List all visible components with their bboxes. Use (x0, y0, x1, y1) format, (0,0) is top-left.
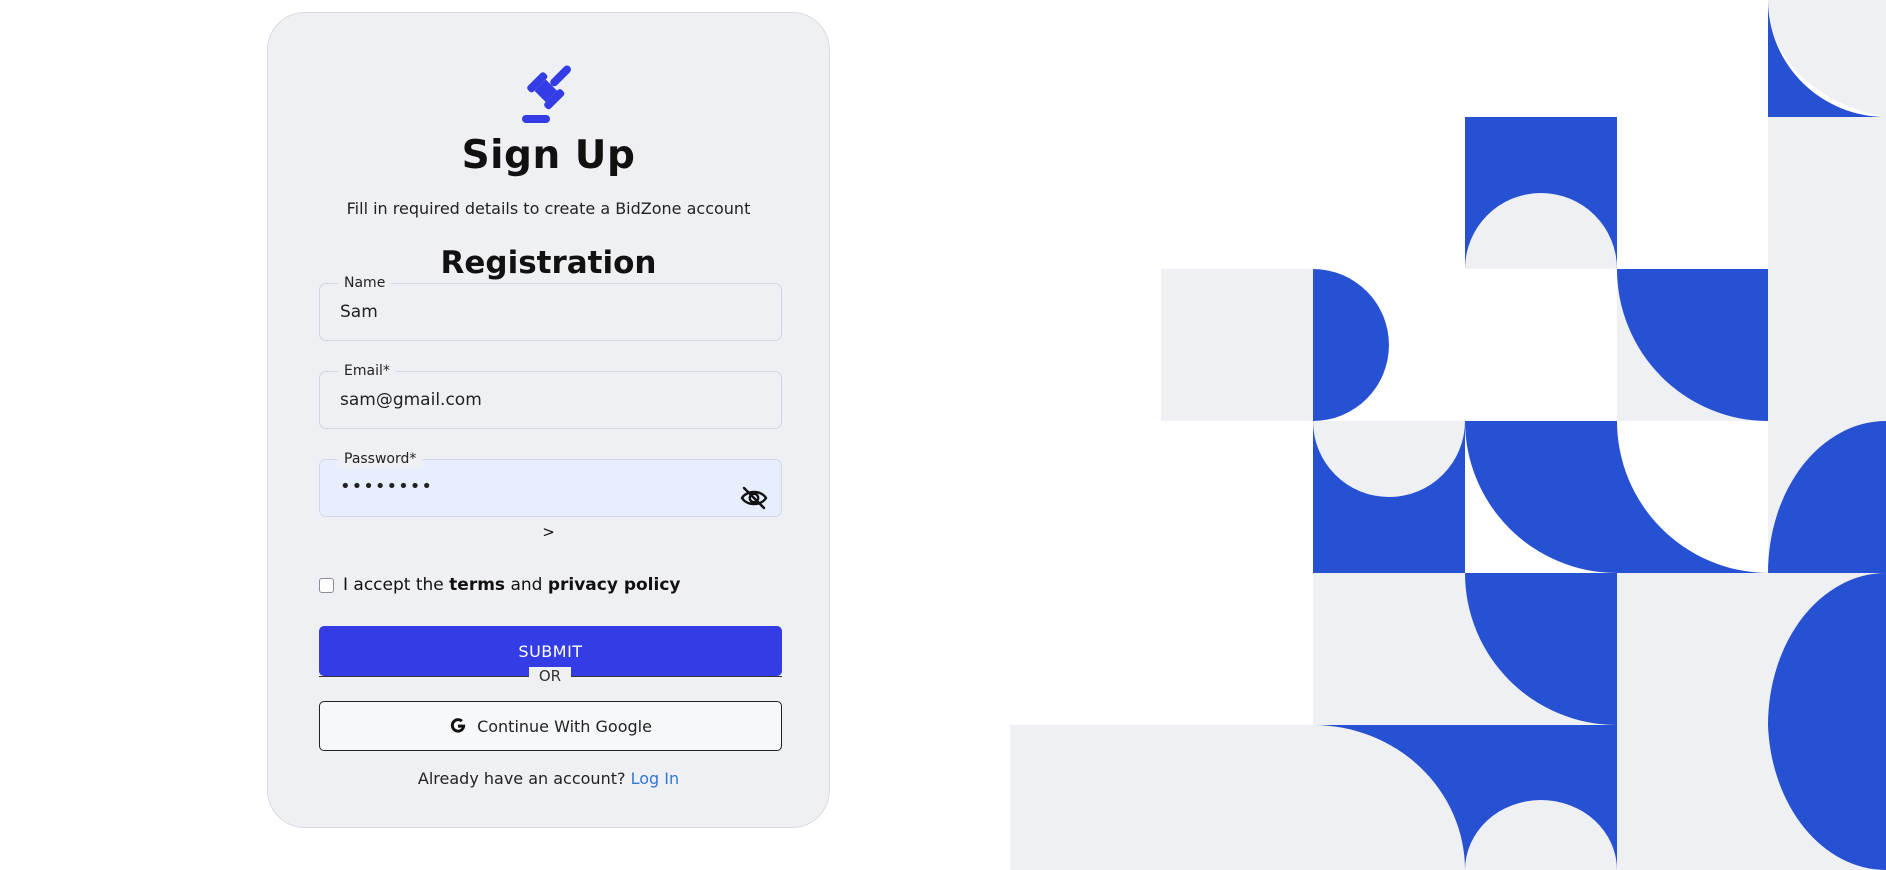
login-link[interactable]: Log In (631, 769, 680, 788)
name-input[interactable]: Sam (340, 301, 378, 323)
name-label: Name (338, 274, 392, 292)
password-field[interactable]: Password* •••••••• (319, 450, 782, 517)
login-prompt: Already have an account? (417, 769, 626, 788)
page-title: Sign Up (461, 133, 636, 178)
terms-middle: and (510, 575, 543, 595)
google-button-label: Continue With Google (477, 716, 652, 736)
terms-link[interactable]: terms (449, 575, 505, 595)
terms-checkbox[interactable] (319, 577, 334, 593)
terms-prefix: I accept the (343, 575, 444, 595)
terms-row: I accept the terms and privacy policy (319, 574, 681, 596)
email-field[interactable]: Email* sam@gmail.com (319, 362, 782, 429)
login-row: Already have an account? Log In (268, 769, 829, 788)
gavel-icon (522, 65, 571, 123)
email-input[interactable]: sam@gmail.com (340, 389, 482, 411)
or-separator: OR (529, 667, 571, 685)
password-input[interactable]: •••••••• (340, 476, 433, 498)
eye-off-icon[interactable] (739, 486, 769, 510)
email-label: Email* (338, 362, 396, 380)
page-subtitle: Fill in required details to create a Bid… (346, 199, 751, 218)
google-signin-button[interactable]: Continue With Google (319, 701, 782, 751)
arrow-text: > (542, 523, 555, 541)
google-icon (450, 718, 466, 733)
name-field[interactable]: Name Sam (319, 274, 782, 341)
password-label: Password* (338, 450, 423, 468)
privacy-policy-link[interactable]: privacy policy (548, 575, 681, 595)
signup-card: Sign Up Fill in required details to crea… (267, 12, 830, 828)
